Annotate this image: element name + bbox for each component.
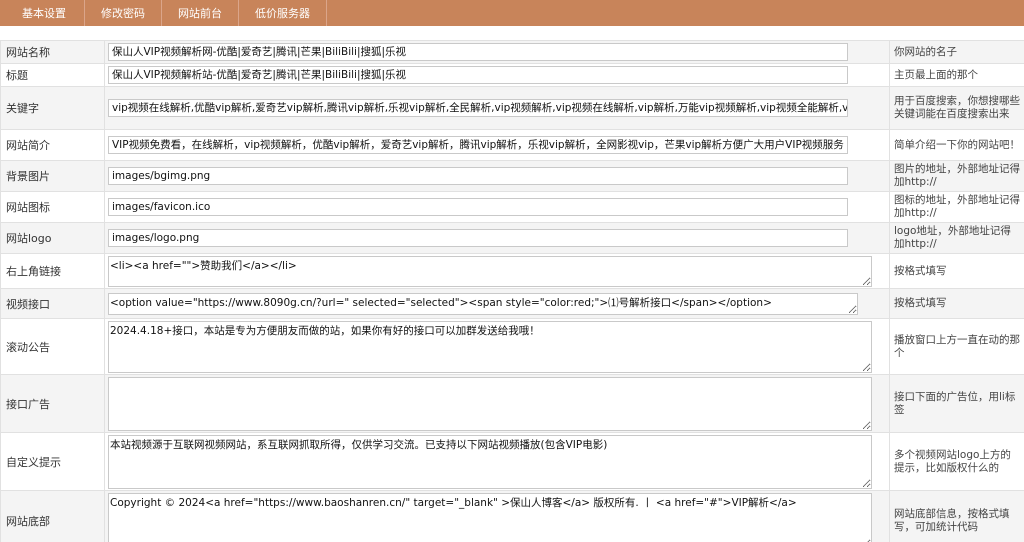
scroll-notice-textarea[interactable]: 2024.4.18+接口，本站是专为方便朋友而做的站，如果你有好的接口可以加群发… [108, 320, 872, 373]
api-ad-textarea[interactable] [108, 376, 872, 431]
background-image-input[interactable]: images/bgimg.png [108, 167, 848, 185]
row-video-api: 视频接口 <option value="https://www.8090g.cn… [0, 288, 1024, 319]
tab-change-password[interactable]: 修改密码 [85, 0, 162, 26]
row-site-name: 网站名称 保山人VIP视频解析网-优酷|爱奇艺|腾讯|芒果|BiliBili|搜… [0, 40, 1024, 64]
row-tip: 接口下面的广告位，用li标签 [889, 374, 1024, 433]
row-tip: 图片的地址，外部地址记得加http:// [889, 160, 1024, 192]
tab-cheap-server[interactable]: 低价服务器 [239, 0, 327, 26]
row-api-ad: 接口广告 接口下面的广告位，用li标签 [0, 374, 1024, 433]
row-custom-tip: 自定义提示 本站视频源于互联网视频网站，系互联网抓取所得，仅供学习交流。已支持以… [0, 432, 1024, 491]
row-label: 网站底部 [0, 490, 105, 542]
row-label: 网站logo [0, 222, 105, 254]
row-tip: 播放窗口上方一直在动的那个 [889, 318, 1024, 375]
row-tip: 简单介绍一下你的网站吧！ [889, 129, 1024, 161]
keywords-input[interactable]: vip视频在线解析,优酷vip解析,爱奇艺vip解析,腾讯vip解析,乐视vip… [108, 99, 848, 117]
row-label: 接口广告 [0, 374, 105, 433]
row-keywords: 关键字 vip视频在线解析,优酷vip解析,爱奇艺vip解析,腾讯vip解析,乐… [0, 86, 1024, 130]
row-label: 网站简介 [0, 129, 105, 161]
row-site-icon: 网站图标 images/favicon.ico 图标的地址，外部地址记得加htt… [0, 191, 1024, 223]
row-label: 背景图片 [0, 160, 105, 192]
description-input[interactable]: VIP视频免费看，在线解析，vip视频解析，优酷vip解析，爱奇艺vip解析，腾… [108, 136, 848, 154]
row-tip: 按格式填写 [889, 253, 1024, 289]
video-api-textarea[interactable]: <option value="https://www.8090g.cn/?url… [108, 292, 858, 315]
row-tip: logo地址，外部地址记得加http:// [889, 222, 1024, 254]
row-tip: 图标的地址，外部地址记得加http:// [889, 191, 1024, 223]
site-name-input[interactable]: 保山人VIP视频解析网-优酷|爱奇艺|腾讯|芒果|BiliBili|搜狐|乐视 [108, 43, 848, 61]
tab-site-frontend[interactable]: 网站前台 [162, 0, 239, 26]
row-scroll-notice: 滚动公告 2024.4.18+接口，本站是专为方便朋友而做的站，如果你有好的接口… [0, 318, 1024, 375]
row-description: 网站简介 VIP视频免费看，在线解析，vip视频解析，优酷vip解析，爱奇艺vi… [0, 129, 1024, 161]
row-label: 滚动公告 [0, 318, 105, 375]
row-label: 标题 [0, 63, 105, 87]
top-nav: 基本设置 修改密码 网站前台 低价服务器 [0, 0, 1024, 26]
row-label: 右上角链接 [0, 253, 105, 289]
row-background-image: 背景图片 images/bgimg.png 图片的地址，外部地址记得加http:… [0, 160, 1024, 192]
row-label: 网站图标 [0, 191, 105, 223]
tab-basic-settings[interactable]: 基本设置 [0, 0, 85, 26]
row-title: 标题 保山人VIP视频解析站-优酷|爱奇艺|腾讯|芒果|BiliBili|搜狐|… [0, 63, 1024, 87]
site-footer-textarea[interactable]: Copyright © 2024<a href="https://www.bao… [108, 492, 872, 542]
row-label: 自定义提示 [0, 432, 105, 491]
row-tip: 主页最上面的那个 [889, 63, 1024, 87]
row-site-logo: 网站logo images/logo.png logo地址，外部地址记得加htt… [0, 222, 1024, 254]
row-tip: 多个视频网站logo上方的提示，比如版权什么的 [889, 432, 1024, 491]
row-tip: 用于百度搜索，你想搜哪些关键词能在百度搜索出来 [889, 86, 1024, 130]
row-tip: 按格式填写 [889, 288, 1024, 319]
row-tip: 你网站的名子 [889, 40, 1024, 64]
settings-form: 网站名称 保山人VIP视频解析网-优酷|爱奇艺|腾讯|芒果|BiliBili|搜… [0, 40, 1024, 542]
top-right-link-textarea[interactable]: <li><a href="">赞助我们</a></li> [108, 255, 872, 287]
row-tip: 网站底部信息，按格式填写，可加统计代码 [889, 490, 1024, 542]
custom-tip-textarea[interactable]: 本站视频源于互联网视频网站，系互联网抓取所得，仅供学习交流。已支持以下网站视频播… [108, 434, 872, 489]
site-logo-input[interactable]: images/logo.png [108, 229, 848, 247]
title-input[interactable]: 保山人VIP视频解析站-优酷|爱奇艺|腾讯|芒果|BiliBili|搜狐|乐视 [108, 66, 848, 84]
row-label: 视频接口 [0, 288, 105, 319]
row-top-right-link: 右上角链接 <li><a href="">赞助我们</a></li> 按格式填写 [0, 253, 1024, 289]
row-site-footer: 网站底部 Copyright © 2024<a href="https://ww… [0, 490, 1024, 542]
row-label: 网站名称 [0, 40, 105, 64]
row-label: 关键字 [0, 86, 105, 130]
site-icon-input[interactable]: images/favicon.ico [108, 198, 848, 216]
